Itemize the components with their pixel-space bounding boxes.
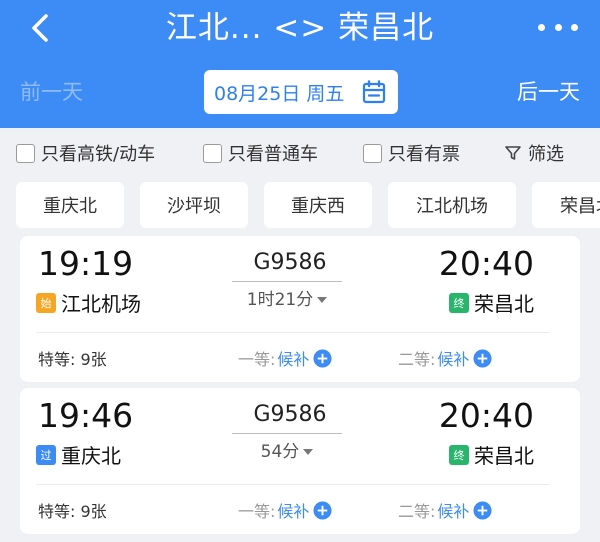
plus-circle-icon[interactable] [313,348,332,368]
seat-first-class: 一等: 候补 [238,346,332,370]
filter-label: 只看普通车 [228,144,318,165]
arrival-time: 20:40 [438,244,534,283]
duration-toggle[interactable]: 54分 [232,437,342,462]
caret-down-icon [317,297,328,303]
plus-circle-icon[interactable] [473,500,492,520]
seat-label: 二等: [398,502,436,521]
train-number: G9586 [253,250,327,275]
filter-bar: 只看高铁/动车 只看普通车 只看有票 筛选 [0,128,600,172]
departure-time: 19:46 [38,396,134,435]
arrival-time: 20:40 [438,396,534,435]
waitlist-text: 候补 [277,502,310,521]
departure-station: 过 重庆北 [36,440,121,469]
filter-label: 只看高铁/动车 [41,144,156,165]
checkbox[interactable] [203,143,222,163]
station-name: 江北机场 [61,292,141,316]
date-picker[interactable]: 08月25日 周五 [204,70,398,114]
card-divider [36,332,550,333]
route-title[interactable]: 江北... <> 荣昌北 [0,6,600,50]
start-badge: 始 [36,292,56,313]
seat-second-class: 二等: 候补 [398,346,492,370]
station-name: 荣昌北 [474,444,534,468]
plus-circle-icon[interactable] [313,500,332,520]
end-badge: 终 [449,444,469,465]
station-tabs: 重庆北 沙坪坝 重庆西 江北机场 荣昌北 [0,180,600,230]
filter-available[interactable]: 只看有票 [363,140,460,166]
dot-icon [538,23,545,31]
pass-badge: 过 [36,444,56,465]
station-name: 重庆北 [61,444,121,468]
station-tab[interactable]: 重庆西 [264,182,372,228]
next-day-button[interactable]: 后一天 [517,76,580,106]
train-number: G9586 [253,402,327,427]
duration-text: 54分 [260,442,300,462]
station-name: 荣昌北 [474,292,534,316]
header-bar: 江北... <> 荣昌北 前一天 08月25日 周五 后一天 [0,0,600,128]
train-card[interactable]: 19:19 G9586 1时21分 20:40 始 江北机场 终 荣昌北 特等:… [20,236,580,382]
filter-label: 只看有票 [388,144,460,165]
prev-day-button[interactable]: 前一天 [20,76,83,106]
route-line [232,281,342,282]
seat-second-class: 二等: 候补 [398,498,492,522]
duration-text: 1时21分 [246,290,314,310]
departure-time: 19:19 [38,244,134,283]
filter-normal[interactable]: 只看普通车 [203,140,318,166]
dot-icon [554,23,562,31]
calendar-icon [362,80,386,104]
seat-premium: 特等: 9张 [38,502,107,521]
filter-label: 筛选 [528,144,564,165]
dot-icon [571,23,578,31]
station-tab[interactable]: 荣昌北 [532,182,600,228]
checkbox[interactable] [16,143,35,163]
waitlist-text: 候补 [437,502,470,521]
train-card[interactable]: 19:46 G9586 54分 20:40 过 重庆北 终 荣昌北 特等: 9张… [20,388,580,534]
waitlist-text: 候补 [277,350,310,369]
more-button[interactable] [538,16,578,38]
route-line [232,433,342,434]
filter-button[interactable]: 筛选 [504,140,564,166]
date-text: 08月25日 周五 [214,82,345,105]
station-tab[interactable]: 江北机场 [388,182,516,228]
seat-first-class: 一等: 候补 [238,498,332,522]
end-badge: 终 [449,292,469,313]
duration-toggle[interactable]: 1时21分 [232,285,342,310]
seat-label: 二等: [398,350,436,369]
station-tab[interactable]: 重庆北 [16,182,124,228]
waitlist-text: 候补 [437,350,470,369]
station-tab[interactable]: 沙坪坝 [140,182,248,228]
caret-down-icon [303,449,314,455]
arrival-station: 终 荣昌北 [449,288,534,317]
card-divider [36,484,550,485]
seat-premium: 特等: 9张 [38,350,107,369]
plus-circle-icon[interactable] [473,348,492,368]
checkbox[interactable] [363,143,382,163]
departure-station: 始 江北机场 [36,288,141,317]
filter-high-speed[interactable]: 只看高铁/动车 [16,140,155,166]
seat-label: 一等: [238,502,276,521]
funnel-icon [505,146,521,160]
seat-label: 一等: [238,350,276,369]
arrival-station: 终 荣昌北 [449,440,534,469]
